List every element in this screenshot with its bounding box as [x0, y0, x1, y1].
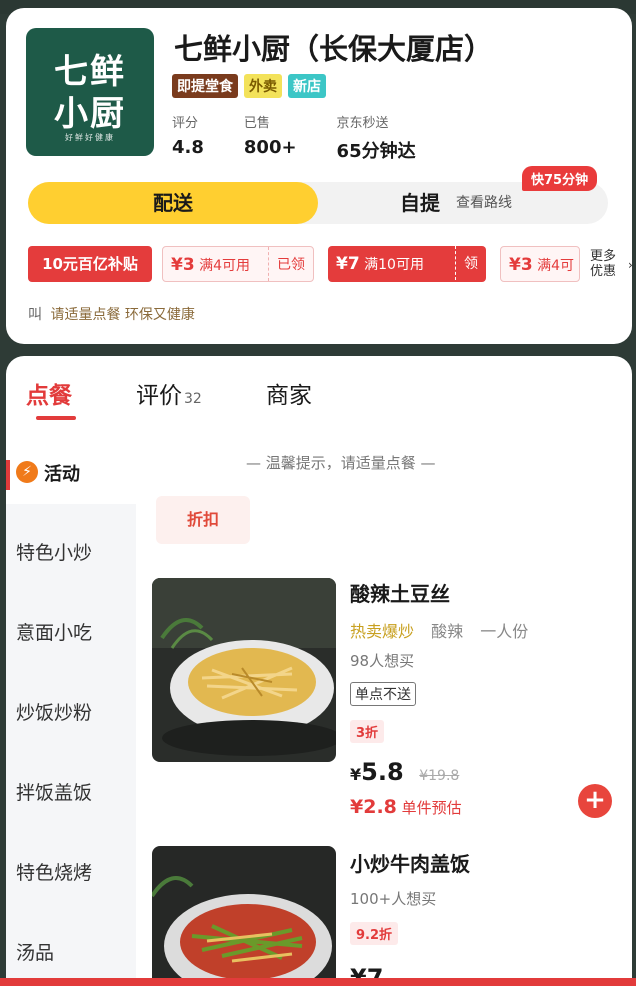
coupon-amount: ¥7 — [336, 254, 360, 274]
tab-merchant[interactable]: 商家 — [266, 376, 312, 410]
dish-image[interactable] — [152, 846, 336, 986]
original-price: ¥19.8 — [419, 768, 460, 784]
stat-value: 800+ — [243, 137, 297, 158]
stat-sold: 已售 800+ — [244, 112, 297, 163]
beef-rice-photo — [152, 846, 336, 986]
potato-shreds-photo — [152, 578, 336, 762]
tab-label: 评价 — [136, 383, 182, 409]
category-item[interactable]: 特色小炒 — [16, 538, 92, 565]
tag-takeout: 外卖 — [244, 74, 282, 98]
dish-sold: 100+人想买 — [350, 890, 437, 908]
coupon-amount: ¥3 — [171, 255, 195, 275]
coupon-item[interactable]: ¥3 满4可用 已领 — [162, 246, 314, 282]
tip-prefix: 叫 — [28, 307, 42, 323]
delivery-option[interactable]: 配送 — [28, 182, 318, 224]
tab-reviews[interactable]: 评价 32 — [136, 376, 202, 410]
stat-value: 65分钟达 — [336, 141, 416, 162]
dish-name[interactable]: 酸辣土豆丝 — [350, 578, 450, 607]
delivery-mode-toggle: 配送 自提 查看路线 — [28, 182, 608, 224]
eco-tip: 叫 请适量点餐 环保又健康 — [28, 304, 195, 324]
dish-tags: 热卖爆炒 酸辣 一人份 — [350, 618, 528, 642]
tip-text: 请适量点餐 环保又健康 — [50, 307, 195, 323]
dish-tag-portion: 一人份 — [480, 622, 529, 641]
dish-discount-badge: 3折 — [350, 720, 385, 743]
category-item[interactable]: 汤品 — [16, 938, 54, 965]
category-item[interactable]: 特色烧烤 — [16, 858, 92, 885]
add-to-cart-button[interactable]: + — [578, 784, 612, 818]
active-indicator — [6, 460, 10, 490]
category-label: 活动 — [44, 464, 80, 485]
menu-area: 点餐 评价 32 商家 ⚡ 活动 特色小炒 意面小吃 炒饭炒粉 拌饭盖饭 特色烧烤… — [6, 356, 632, 986]
coupon-condition: 满10可用 — [364, 257, 424, 273]
more-offers-text: 优惠 — [590, 264, 617, 279]
dish-image[interactable] — [152, 578, 336, 762]
tab-label: 点餐 — [26, 383, 72, 409]
discount-section-chip[interactable]: 折扣 — [156, 496, 250, 544]
store-card: 七鲜 小厨 好鲜好健康 七鲜小厨（长保大厦店） 即提堂食 外卖 新店 评分 4.… — [6, 8, 633, 344]
dish-name[interactable]: 小炒牛肉盖饭 — [350, 848, 470, 877]
plus-icon: + — [584, 785, 606, 815]
more-offers-link[interactable]: 更多 优惠 › — [590, 249, 633, 279]
pickup-option[interactable]: 自提 — [400, 182, 440, 224]
stat-label: 评分 — [172, 116, 199, 131]
dish-tag-taste: 酸辣 — [431, 622, 464, 641]
dish-discount-badge: 9.2折 — [350, 922, 399, 945]
estimate-label: 单件预估 — [401, 799, 462, 817]
more-offers-text: 更多 — [590, 249, 617, 264]
tab-underline — [36, 416, 76, 420]
subsidy-badge[interactable]: 10元百亿补贴 — [28, 246, 152, 282]
tab-order[interactable]: 点餐 — [26, 376, 72, 410]
coupon-amount: ¥3 — [509, 255, 533, 275]
warm-tip: — 温馨提示，请适量点餐 — — [246, 454, 436, 472]
category-item[interactable]: 拌饭盖饭 — [16, 778, 92, 805]
store-tags: 即提堂食 外卖 新店 — [172, 74, 326, 98]
stat-delivery-time: 京东秒送 65分钟达 — [337, 112, 416, 163]
category-activity[interactable]: ⚡ 活动 — [6, 446, 136, 504]
coupon-state: 已领 — [268, 247, 313, 281]
estimate-price: ¥2.8 — [350, 796, 397, 818]
tab-label: 商家 — [266, 383, 312, 409]
dish-limit-badge: 单点不送 — [350, 682, 416, 706]
category-item[interactable]: 意面小吃 — [16, 618, 92, 645]
coupon-row: 10元百亿补贴 ¥3 满4可用 已领 ¥7 满10可用 领 ¥3 满4可 更多 … — [28, 246, 633, 284]
category-item[interactable]: 炒饭炒粉 — [16, 698, 92, 725]
stat-rating: 评分 4.8 — [172, 112, 204, 163]
chevron-right-icon: › — [628, 258, 633, 272]
price-value: 5.8 — [361, 758, 404, 786]
dish-estimate: ¥2.8 单件预估 — [350, 796, 462, 818]
tag-new-store: 新店 — [288, 74, 326, 98]
coupon-condition: 满4可用 — [199, 258, 251, 274]
category-sidebar: ⚡ 活动 特色小炒 意面小吃 炒饭炒粉 拌饭盖饭 特色烧烤 汤品 — [6, 446, 136, 986]
stat-value: 4.8 — [172, 137, 204, 158]
flame-icon: ⚡ — [16, 461, 38, 483]
coupon-claim-button[interactable]: 领 — [455, 246, 486, 280]
currency-symbol: ¥ — [350, 765, 362, 784]
dish-tag-hot: 热卖爆炒 — [350, 622, 415, 641]
dish-sold: 98人想买 — [350, 652, 415, 670]
stat-label: 京东秒送 — [336, 116, 389, 131]
view-route-link[interactable]: 查看路线 — [456, 182, 512, 224]
tag-dine-in: 即提堂食 — [172, 74, 238, 98]
bottom-cart-bar[interactable] — [0, 978, 636, 986]
stat-label: 已售 — [243, 116, 270, 131]
fast-badge: 快75分钟 — [522, 166, 598, 191]
logo-text-2: 小厨 — [54, 94, 126, 134]
logo-text-3: 好鲜好健康 — [65, 133, 115, 142]
coupon-item[interactable]: ¥3 满4可 — [500, 246, 580, 282]
store-stats: 评分 4.8 已售 800+ 京东秒送 65分钟达 — [172, 112, 456, 163]
store-name: 七鲜小厨（长保大厦店） — [174, 32, 494, 66]
review-count: 32 — [184, 391, 202, 407]
coupon-condition: 满4可 — [537, 258, 575, 274]
dish-price: ¥5.8 ¥19.8 — [350, 758, 459, 786]
store-logo: 七鲜 小厨 好鲜好健康 — [26, 28, 154, 156]
coupon-item[interactable]: ¥7 满10可用 领 — [328, 246, 486, 282]
